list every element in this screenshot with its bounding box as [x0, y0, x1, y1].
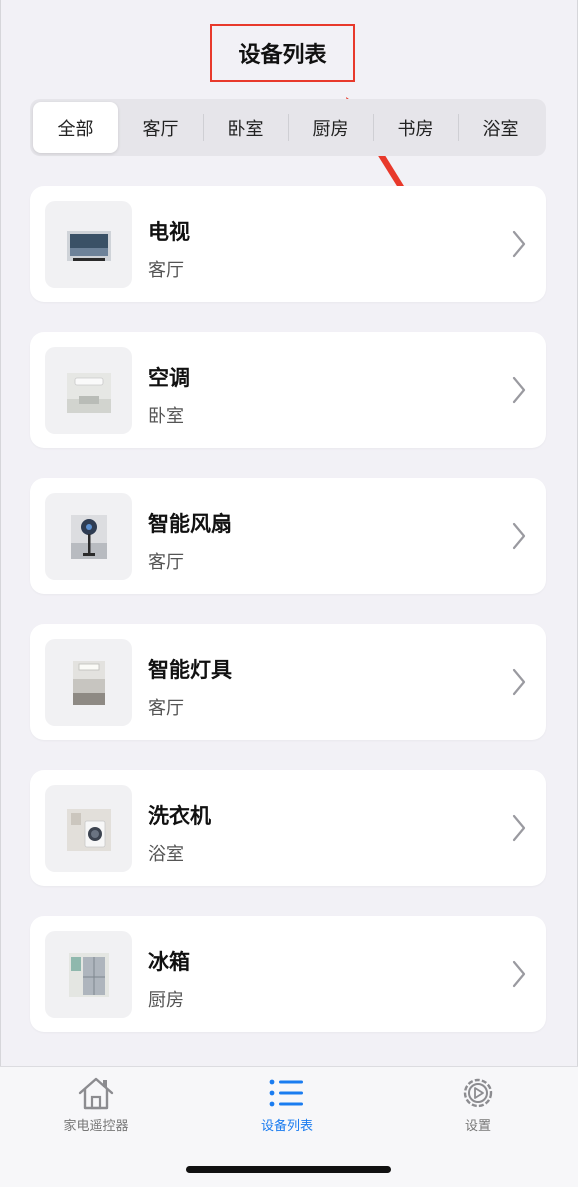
device-card-tv[interactable]: 电视 客厅 — [30, 186, 546, 302]
filter-bathroom[interactable]: 浴室 — [458, 102, 543, 153]
gear-icon — [463, 1078, 493, 1108]
device-card-washing-machine[interactable]: 洗衣机 浴室 — [30, 770, 546, 886]
device-thumbnail — [45, 201, 132, 288]
refrigerator-icon — [68, 952, 109, 997]
device-name: 空调 — [148, 366, 190, 390]
tab-label: 设备列表 — [260, 1119, 313, 1134]
device-card-smart-light[interactable]: 智能灯具 客厅 — [30, 624, 546, 740]
device-thumbnail — [45, 639, 132, 726]
device-thumbnail — [45, 493, 132, 580]
tab-label: 设置 — [464, 1119, 491, 1134]
air-conditioner-icon — [66, 372, 111, 413]
tab-device-list[interactable]: 设备列表 — [212, 1075, 362, 1134]
washing-machine-icon — [66, 808, 111, 851]
list-icon — [269, 1079, 303, 1107]
title-highlight-box: 设备列表 — [210, 24, 355, 82]
home-icon — [78, 1077, 114, 1110]
device-thumbnail — [45, 347, 132, 434]
ceiling-light-icon — [72, 660, 105, 705]
home-indicator — [186, 1166, 391, 1173]
chevron-right-icon — [512, 668, 526, 696]
device-room: 客厅 — [148, 698, 184, 719]
device-room: 卧室 — [148, 406, 184, 427]
filter-living-room[interactable]: 客厅 — [118, 102, 203, 153]
tab-settings[interactable]: 设置 — [403, 1075, 553, 1134]
filter-all[interactable]: 全部 — [33, 102, 118, 153]
page-title: 设备列表 — [238, 43, 327, 68]
device-card-smart-fan[interactable]: 智能风扇 客厅 — [30, 478, 546, 594]
tab-remote-control[interactable]: 家电遥控器 — [21, 1075, 171, 1134]
fan-icon — [70, 514, 107, 559]
device-card-refrigerator[interactable]: 冰箱 厨房 — [30, 916, 546, 1032]
filter-study[interactable]: 书房 — [373, 102, 458, 153]
tv-icon — [66, 230, 111, 261]
device-room: 客厅 — [148, 260, 184, 281]
device-list: 电视 客厅 空调 卧室 智能风扇 客厅 智能灯具 客厅 洗衣机 浴室 冰箱 厨房 — [30, 186, 546, 1062]
room-filter-segmented-control: 全部 客厅 卧室 厨房 书房 浴室 — [30, 99, 546, 156]
device-thumbnail — [45, 931, 132, 1018]
filter-bedroom[interactable]: 卧室 — [203, 102, 288, 153]
chevron-right-icon — [512, 960, 526, 988]
device-card-air-conditioner[interactable]: 空调 卧室 — [30, 332, 546, 448]
device-name: 电视 — [148, 220, 190, 244]
chevron-right-icon — [512, 376, 526, 404]
device-room: 客厅 — [148, 552, 184, 573]
device-name: 冰箱 — [148, 950, 190, 974]
chevron-right-icon — [512, 230, 526, 258]
device-room: 厨房 — [148, 990, 184, 1011]
screen-edge-left — [0, 0, 1, 1186]
tab-label: 家电遥控器 — [63, 1119, 129, 1134]
device-thumbnail — [45, 785, 132, 872]
chevron-right-icon — [512, 522, 526, 550]
chevron-right-icon — [512, 814, 526, 842]
device-name: 智能风扇 — [148, 512, 232, 536]
filter-kitchen[interactable]: 厨房 — [288, 102, 373, 153]
device-name: 洗衣机 — [148, 804, 211, 828]
device-room: 浴室 — [148, 844, 184, 865]
device-name: 智能灯具 — [148, 658, 232, 682]
